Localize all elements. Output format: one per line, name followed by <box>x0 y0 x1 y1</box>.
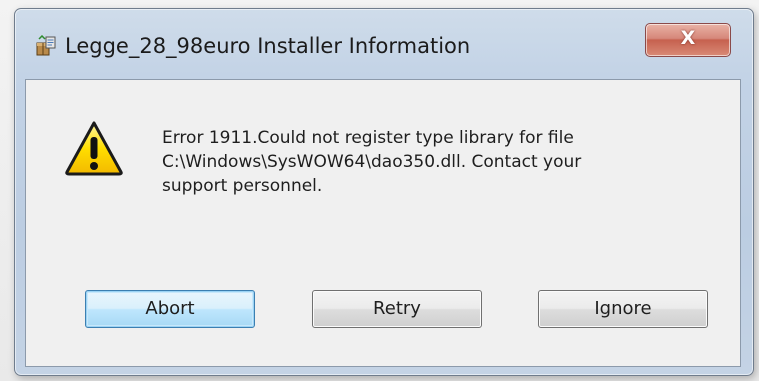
message-line: C:\Windows\SysWOW64\dao350.dll. Contact … <box>162 152 582 172</box>
title-bar[interactable]: Legge_28_98euro Installer Information X <box>15 9 753 73</box>
abort-button[interactable]: Abort <box>85 290 255 328</box>
retry-button[interactable]: Retry <box>312 290 482 328</box>
close-icon: X <box>680 27 696 49</box>
dialog-body: Error 1911.Could not register type libra… <box>25 79 741 367</box>
message-line: Error 1911.Could not register type libra… <box>162 128 574 148</box>
installer-dialog: Legge_28_98euro Installer Information X … <box>14 8 754 376</box>
ignore-button[interactable]: Ignore <box>538 290 708 328</box>
installer-package-icon <box>36 35 56 56</box>
message-line: support personnel. <box>162 176 323 196</box>
warning-icon <box>65 121 123 176</box>
error-message: Error 1911.Could not register type libra… <box>162 126 722 198</box>
window-title: Legge_28_98euro Installer Information <box>65 34 471 58</box>
close-button[interactable]: X <box>645 23 731 57</box>
